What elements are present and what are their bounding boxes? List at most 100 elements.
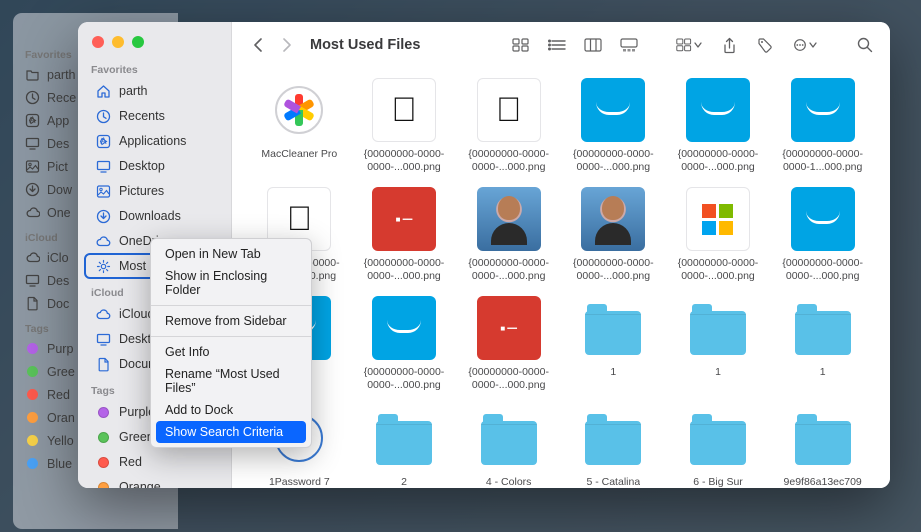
file-item[interactable]: 5 - Catalina [564,406,663,488]
file-name: 5 - Catalina [586,476,640,488]
file-item[interactable]: ■ ━━{00000000-0000-0000-...000.png [459,296,558,391]
sidebar-item-downloads[interactable]: Downloads [85,204,224,228]
file-thumbnail [372,406,436,470]
file-thumbnail [686,406,750,470]
action-button[interactable] [788,33,822,57]
file-name: {00000000-0000-0000-...000.png [355,366,454,391]
file-name: 6 - Big Sur [693,476,743,488]
file-item[interactable]: 2 [355,406,454,488]
menu-item-get-info[interactable]: Get Info [151,341,311,363]
sidebar-item-label: parth [119,84,148,98]
sidebar-item-orange[interactable]: Orange [85,475,224,488]
file-thumbnail:  [477,78,541,142]
file-thumbnail [791,78,855,142]
menu-item-add-to-dock[interactable]: Add to Dock [151,399,311,421]
file-item[interactable]: {00000000-0000-0000-...000.png [773,187,872,282]
file-item[interactable]: {00000000-0000-0000-1...000.png [773,78,872,173]
sidebar-item-label: Recents [119,109,165,123]
group-by-button[interactable] [672,33,706,57]
file-name: {00000000-0000-0000-1...000.png [773,148,872,173]
sidebar-item-applications[interactable]: AApplications [85,129,224,153]
minimize-window-button[interactable] [112,36,124,48]
file-grid: MacCleaner Pro  {00000000-0000-0000-...00… [250,78,872,488]
file-name: 1 [820,366,826,379]
file-thumbnail: ■ ━━ [477,296,541,360]
svg-text:A: A [100,136,106,146]
share-button[interactable] [716,33,742,57]
file-name: {00000000-0000-0000-...000.png [459,148,558,173]
view-list-button[interactable] [544,33,570,57]
menu-item-rename-most-used-files[interactable]: Rename “Most Used Files” [151,363,311,399]
view-column-button[interactable] [580,33,606,57]
file-thumbnail [791,406,855,470]
file-name: 1 [715,366,721,379]
file-thumbnail [477,406,541,470]
cloud-icon [95,306,111,322]
tag-icon [95,454,111,470]
file-item[interactable]: MacCleaner Pro [250,78,349,173]
forward-button[interactable] [274,33,300,57]
file-thumbnail [372,296,436,360]
sidebar-item-parth[interactable]: parth [85,79,224,103]
view-icon-button[interactable] [508,33,534,57]
file-item[interactable]: ■ ━━ {00000000-0000-0000-...000.png [355,187,454,282]
file-item[interactable]: {00000000-0000-0000-...000.png [459,187,558,282]
menu-item-show-in-enclosing-folder[interactable]: Show in Enclosing Folder [151,265,311,301]
file-thumbnail [581,296,645,360]
clock-icon [95,108,111,124]
file-item[interactable]: {00000000-0000-0000-...000.png [669,187,768,282]
app-icon: A [95,133,111,149]
house-icon [95,83,111,99]
file-thumbnail: ■ ━━ [372,187,436,251]
menu-item-show-search-criteria[interactable]: Show Search Criteria [156,421,306,443]
file-item[interactable]: 1 [773,296,872,391]
view-gallery-button[interactable] [616,33,642,57]
file-item[interactable]: {00000000-0000-0000-...000.png [355,296,454,391]
file-thumbnail [477,187,541,251]
sidebar-item-red[interactable]: Red [85,450,224,474]
close-window-button[interactable] [92,36,104,48]
file-name: {00000000-0000-0000-...000.png [669,148,768,173]
file-item[interactable]: 9e9f86a13ec709 [773,406,872,488]
file-item[interactable]: 6 - Big Sur [669,406,768,488]
context-menu: Open in New TabShow in Enclosing Folder R… [150,238,312,448]
file-name: {00000000-0000-0000-...000.png [459,257,558,282]
menu-item-open-in-new-tab[interactable]: Open in New Tab [151,243,311,265]
file-item[interactable]: 1 [669,296,768,391]
file-grid-scroll[interactable]: MacCleaner Pro  {00000000-0000-0000-...00… [232,68,890,488]
search-button[interactable] [852,33,878,57]
file-thumbnail [686,187,750,251]
doc-icon [95,356,111,372]
sidebar-item-label: Orange [119,480,161,488]
sidebar-item-label: Pictures [119,184,164,198]
cloud-icon [95,233,111,249]
file-item[interactable]: 4 - Colors [459,406,558,488]
file-item[interactable]: {00000000-0000-0000-...000.png [669,78,768,173]
file-item[interactable]: {00000000-0000-0000-...000.png [564,187,663,282]
file-item[interactable]: 1 [564,296,663,391]
sidebar-item-desktop[interactable]: Desktop [85,154,224,178]
sidebar-item-label: Desktop [119,159,165,173]
sidebar-item-pictures[interactable]: Pictures [85,179,224,203]
tag-button[interactable] [752,33,778,57]
desktop-icon [95,158,111,174]
sidebar-item-recents[interactable]: Recents [85,104,224,128]
menu-item-remove-from-sidebar[interactable]: Remove from Sidebar [151,310,311,332]
file-name: 1 [610,366,616,379]
file-name: {00000000-0000-0000-...000.png [355,257,454,282]
file-thumbnail [686,78,750,142]
back-button[interactable] [244,33,270,57]
tag-icon [95,479,111,488]
zoom-window-button[interactable] [132,36,144,48]
tag-icon [95,404,111,420]
file-name: {00000000-0000-0000-...000.png [564,257,663,282]
svg-text:A: A [29,115,35,125]
file-item[interactable]:  {00000000-0000-0000-...000.png [459,78,558,173]
sidebar-item-label: Downloads [119,209,181,223]
file-name: 1Password 7 [269,476,330,488]
tag-icon [95,429,111,445]
sidebar-item-label: Green [119,430,154,444]
window-controls [78,22,231,56]
file-item[interactable]: {00000000-0000-0000-...000.png [355,78,454,173]
file-item[interactable]: {00000000-0000-0000-...000.png [564,78,663,173]
